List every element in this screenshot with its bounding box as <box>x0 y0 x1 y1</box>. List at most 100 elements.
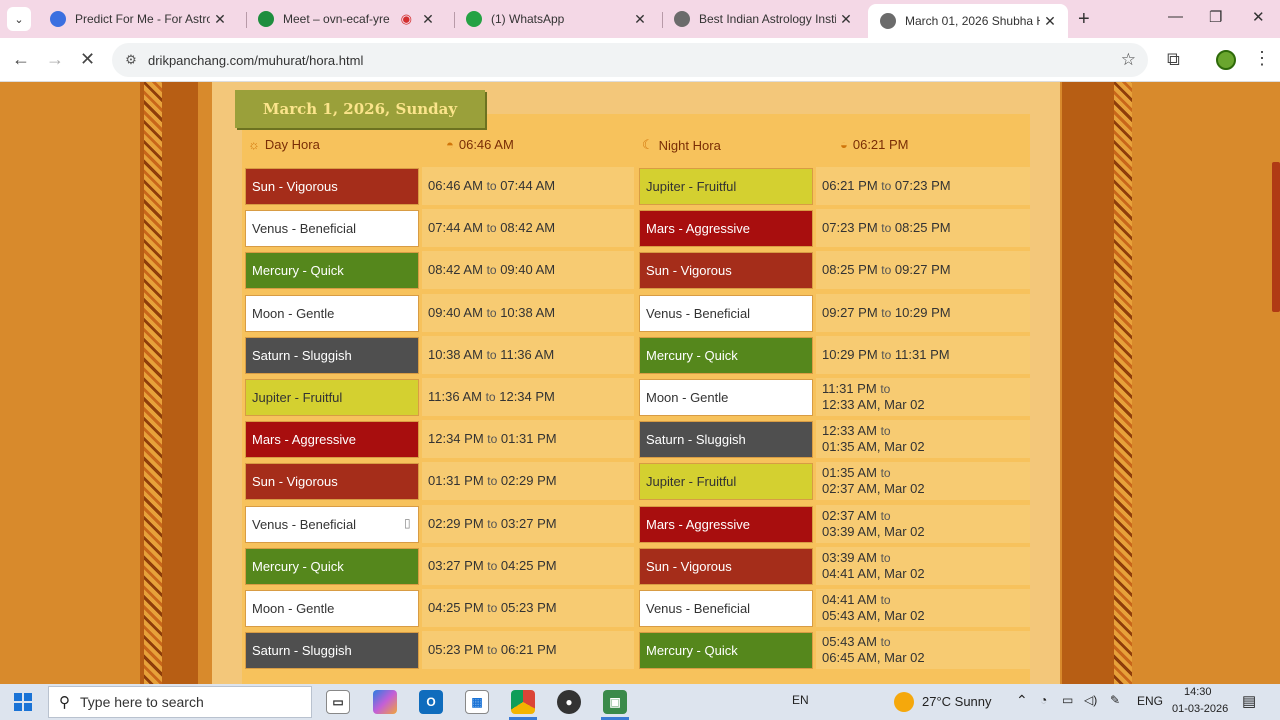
day-hora-cell[interactable]: Saturn - Sluggish <box>245 632 419 670</box>
night-hora-cell[interactable]: Jupiter - Fruitful <box>639 463 813 501</box>
volume-icon[interactable]: ◁) <box>1084 693 1097 707</box>
new-tab-button[interactable]: + <box>1078 8 1090 31</box>
whatsapp-icon <box>466 11 482 27</box>
night-hora-cell[interactable]: Sun - Vigorous <box>639 252 813 290</box>
day-hora-cell[interactable]: Mars - Aggressive <box>245 421 419 459</box>
night-hora-cell[interactable]: Mercury - Quick <box>639 336 813 374</box>
hora-row: Mercury - Quick Sun - Vigorous 03:27 PM to… <box>242 546 1030 586</box>
input-language[interactable]: ENG <box>1137 694 1163 708</box>
browser-tab[interactable]: (1) WhatsApp ✕ <box>454 0 658 38</box>
minimize-button[interactable]: — <box>1168 8 1183 25</box>
tab-strip: ⌄ Predict For Me - For Astrolo ✕ Meet – ov… <box>0 0 1280 38</box>
night-hora-cell[interactable]: Mars - Aggressive <box>639 210 813 248</box>
battery-icon[interactable]: ▭ <box>1062 693 1073 707</box>
outlook-icon[interactable]: O <box>419 690 443 714</box>
windows-taskbar: ⚲ Type here to search ▭ O ▦ ● ▣ EN 27°C … <box>0 684 1280 720</box>
night-time-range: 01:35 AM to 02:37 AM, Mar 02 <box>822 465 925 497</box>
day-hora-cell[interactable]: Saturn - Sluggish <box>245 336 419 374</box>
bookmark-star-icon[interactable]: ☆ <box>1121 50 1136 70</box>
browser-tab[interactable]: March 01, 2026 Shubha Hor✕ <box>868 4 1068 38</box>
day-hora-cell[interactable]: Venus - Beneficial <box>245 210 419 248</box>
time-from: 02:29 PM <box>428 515 484 531</box>
time-to: 03:27 PM <box>500 515 557 531</box>
note-icon[interactable]: ▯ <box>404 516 411 530</box>
language-indicator[interactable]: EN <box>792 693 809 707</box>
close-tab-icon[interactable]: ✕ <box>630 11 650 28</box>
day-hora-cell[interactable]: Sun - Vigorous <box>245 463 419 501</box>
day-hora-cell[interactable]: Moon - Gentle <box>245 294 419 332</box>
browser-tab[interactable]: Predict For Me - For Astrolo ✕ <box>38 0 238 38</box>
night-time-range: 08:25 PM to 09:27 PM <box>822 262 951 278</box>
night-hora-cell[interactable]: Mercury - Quick <box>639 632 813 670</box>
obs-icon[interactable]: ● <box>557 690 581 714</box>
site-info-icon[interactable]: ⚙ <box>122 52 140 68</box>
tab-title: Meet – ovn-ecaf-yre <box>283 12 390 26</box>
app-icon[interactable]: ▣ <box>603 690 627 714</box>
copilot-icon[interactable] <box>373 690 397 714</box>
tab-search-button[interactable]: ⌄ <box>7 7 31 31</box>
time-to-word: to <box>486 347 497 362</box>
taskbar-search[interactable]: ⚲ Type here to search <box>48 686 312 718</box>
time-to: 01:35 AM, Mar 02 <box>822 439 925 455</box>
windows-start-button[interactable] <box>14 693 32 711</box>
chrome-taskbar-icon[interactable] <box>511 690 535 714</box>
hora-row: Venus - Beneficial Mars - Aggressive 02:29… <box>242 504 1030 544</box>
chrome-icon <box>50 11 66 27</box>
night-hora-cell[interactable]: Venus - Beneficial <box>639 294 813 332</box>
weather-icon[interactable] <box>894 692 914 712</box>
day-time-range: 05:23 PM to 06:21 PM <box>428 642 557 658</box>
close-window-button[interactable]: ✕ <box>1252 8 1265 26</box>
back-button[interactable]: ← <box>12 49 30 70</box>
clock-date[interactable]: 01-03-2026 <box>1172 703 1228 715</box>
menu-icon[interactable]: ⋮ <box>1253 48 1271 69</box>
time-to: 09:27 PM <box>894 262 951 278</box>
close-tab-icon[interactable]: ✕ <box>836 11 856 28</box>
browser-tab[interactable]: Meet – ovn-ecaf-yre ◉ ✕ <box>246 0 446 38</box>
address-bar[interactable]: ⚙ drikpanchang.com/muhurat/hora.html ☆ <box>112 43 1148 77</box>
clock-time[interactable]: 14:30 <box>1184 686 1212 698</box>
tray-overflow-icon[interactable]: ⌃ <box>1016 692 1028 709</box>
day-hora-cell[interactable]: Moon - Gentle <box>245 590 419 627</box>
close-tab-icon[interactable]: ✕ <box>1040 13 1060 30</box>
time-to-word: to <box>487 643 498 658</box>
sunset-icon: ◒ <box>840 137 848 152</box>
page-scrollbar[interactable] <box>1272 162 1280 312</box>
close-tab-icon[interactable]: ✕ <box>418 11 438 28</box>
time-to: 11:36 AM <box>500 346 555 362</box>
day-hora-cell[interactable]: Mercury - Quick <box>245 252 419 290</box>
network-icon[interactable]: ◔ <box>1040 693 1047 707</box>
night-hora-cell[interactable]: Sun - Vigorous <box>639 547 813 585</box>
day-hora-label: Day Hora <box>264 137 320 152</box>
night-hora-cell[interactable]: Jupiter - Fruitful <box>639 168 813 205</box>
store-icon[interactable]: ▦ <box>465 690 489 714</box>
restore-button[interactable]: ❐ <box>1209 8 1222 26</box>
day-hora-cell[interactable]: Sun - Vigorous <box>245 168 419 205</box>
date-banner: March 1, 2026, Sunday <box>235 90 485 128</box>
url-text[interactable]: drikpanchang.com/muhurat/hora.html <box>148 53 1121 68</box>
close-tab-icon[interactable]: ✕ <box>210 11 230 28</box>
tab-title: Predict For Me - For Astrolo <box>75 12 210 26</box>
time-to: 08:42 AM <box>500 220 556 236</box>
day-hora-cell[interactable]: Mercury - Quick <box>245 547 419 585</box>
night-hora-cell[interactable]: Venus - Beneficial <box>639 590 813 627</box>
stop-loading-button[interactable]: ✕ <box>80 49 95 70</box>
task-view-icon[interactable]: ▭ <box>326 690 350 714</box>
extensions-icon[interactable]: ⧉ <box>1167 49 1180 70</box>
night-hora-cell[interactable]: Moon - Gentle <box>639 379 813 416</box>
pen-icon[interactable]: ✎ <box>1110 693 1120 707</box>
night-hora-cell[interactable]: Mars - Aggressive <box>639 505 813 543</box>
forward-button[interactable]: → <box>46 49 64 70</box>
sunset-time: 06:21 PM <box>852 137 909 152</box>
day-hora-cell[interactable]: Jupiter - Fruitful <box>245 379 419 416</box>
profile-avatar[interactable] <box>1216 50 1236 70</box>
day-hora-cell[interactable]: Venus - Beneficial <box>245 505 419 543</box>
time-to-word: to <box>881 347 892 362</box>
time-to: 09:40 AM <box>500 262 556 278</box>
time-to: 03:39 AM, Mar 02 <box>822 523 925 539</box>
notifications-icon[interactable]: ▤ <box>1242 692 1256 710</box>
main-content: ☼ Day Hora ◓ 06:46 AM ☾ Night Hora ◒ 06:… <box>212 82 1060 684</box>
browser-tab[interactable]: Best Indian Astrology Institu ✕ <box>662 0 864 38</box>
night-hora-cell[interactable]: Saturn - Sluggish <box>639 421 813 459</box>
time-from: 05:43 AM <box>822 634 877 650</box>
weather-text[interactable]: 27°C Sunny <box>922 694 992 709</box>
